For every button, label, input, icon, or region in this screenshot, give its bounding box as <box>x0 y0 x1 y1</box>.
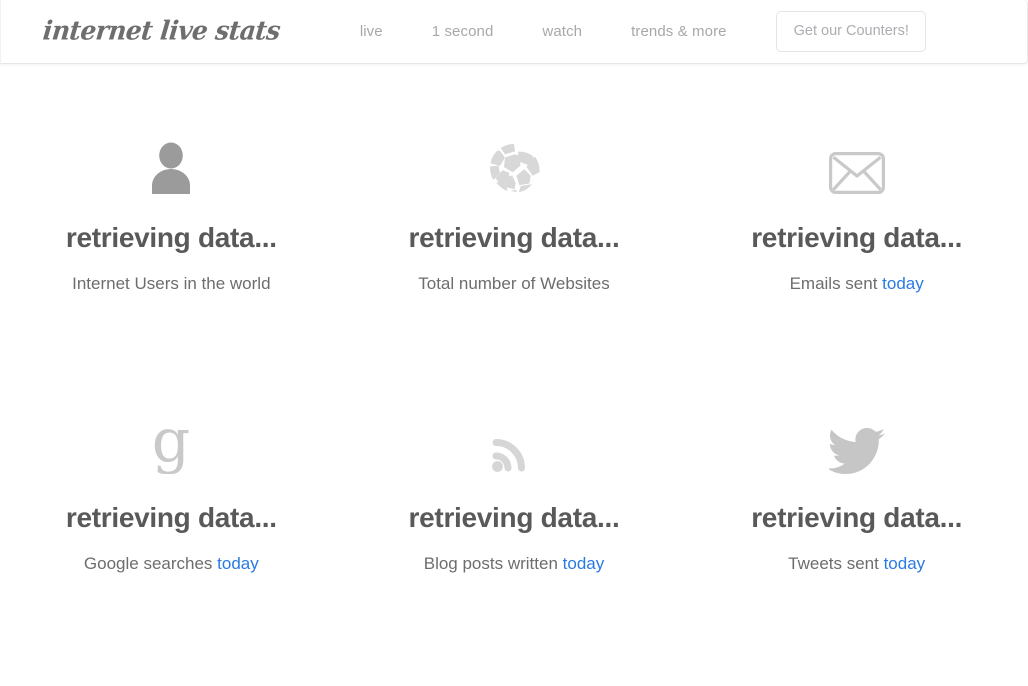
nav-item-live[interactable]: live <box>360 23 383 40</box>
counter-label-text: Blog posts written <box>423 554 563 573</box>
counter-label: Blog posts written today <box>424 555 605 572</box>
get-our-counters-button[interactable]: Get our Counters! <box>775 11 926 52</box>
counter-label-text: Total number of Websites <box>418 274 610 293</box>
nav-item-1-second[interactable]: 1 second <box>432 23 494 40</box>
nav-item-watch[interactable]: watch <box>542 23 582 40</box>
counter-label-text: Tweets sent <box>788 554 884 573</box>
counter-card-google-searches: g retrieving data... Google searches tod… <box>0 406 343 686</box>
counter-label: Google searches today <box>84 555 259 572</box>
header-inner: internet live stats live 1 second watch … <box>1 0 1027 63</box>
counter-value: retrieving data... <box>408 502 620 533</box>
envelope-icon <box>828 126 885 194</box>
main-nav: live 1 second watch trends & more <box>360 23 776 40</box>
today-link[interactable]: today <box>563 554 605 573</box>
counter-label-text: Emails sent <box>789 274 883 293</box>
rss-feed-icon <box>490 406 538 474</box>
counter-value: retrieving data... <box>408 222 620 253</box>
counter-card-total-websites: retrieving data... Total number of Websi… <box>343 126 686 406</box>
today-link[interactable]: today <box>882 274 924 293</box>
google-g-icon: g <box>146 406 196 474</box>
site-header: internet live stats live 1 second watch … <box>0 0 1028 64</box>
counter-label: Emails sent today <box>790 275 924 292</box>
user-silhouette-icon <box>143 126 199 194</box>
counter-label: Total number of Websites <box>418 275 610 292</box>
counter-card-emails-sent: retrieving data... Emails sent today <box>685 126 1028 406</box>
today-link[interactable]: today <box>884 554 926 573</box>
twitter-bird-icon <box>828 406 885 474</box>
svg-text:g: g <box>152 414 190 474</box>
counter-value: retrieving data... <box>65 502 277 533</box>
today-link[interactable]: today <box>217 554 259 573</box>
counter-card-internet-users: retrieving data... Internet Users in the… <box>0 126 343 406</box>
counter-value: retrieving data... <box>751 222 963 253</box>
counter-label-text: Internet Users in the world <box>72 274 271 293</box>
nav-item-trends-and-more[interactable]: trends & more <box>631 23 727 40</box>
counter-value: retrieving data... <box>65 222 277 253</box>
counter-card-blog-posts: retrieving data... Blog posts written to… <box>343 406 686 686</box>
counter-value: retrieving data... <box>751 502 963 533</box>
site-logo[interactable]: internet live stats <box>42 15 282 45</box>
counters-grid: retrieving data... Internet Users in the… <box>0 64 1028 686</box>
counter-label: Internet Users in the world <box>72 275 270 292</box>
counter-label: Tweets sent today <box>788 555 925 572</box>
counter-card-tweets-sent: retrieving data... Tweets sent today <box>685 406 1028 686</box>
counter-label-text: Google searches <box>83 554 218 573</box>
globe-sphere-icon <box>488 126 540 194</box>
